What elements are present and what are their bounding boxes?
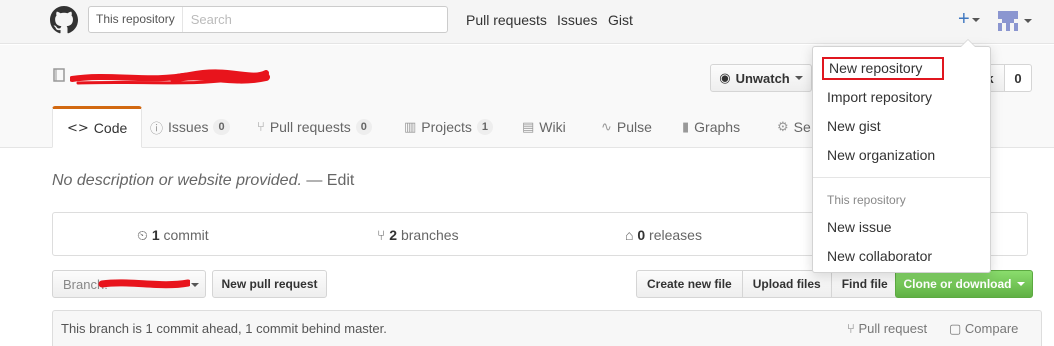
clone-or-download-button[interactable]: Clone or download bbox=[895, 270, 1033, 298]
pull-request-icon: ⑂ bbox=[257, 119, 265, 135]
file-actions-group: Create new file Upload files Find file bbox=[636, 270, 899, 298]
commits-link[interactable]: ⏲ 1 commit bbox=[137, 227, 209, 244]
compare-label: Compare bbox=[964, 321, 1019, 336]
menu-item-import-repository[interactable]: Import repository bbox=[827, 89, 932, 105]
description-separator: — bbox=[301, 172, 327, 189]
tab-label: Pull requests bbox=[269, 119, 351, 135]
create-new-menu-button[interactable]: + bbox=[958, 9, 980, 29]
tab-issues[interactable]: ⓘ Issues 0 bbox=[150, 106, 230, 148]
clone-label: Clone or download bbox=[903, 277, 1012, 291]
unwatch-button[interactable]: ◉ Unwatch bbox=[710, 64, 812, 92]
description-text: No description or website provided. bbox=[52, 172, 302, 189]
new-pull-request-button[interactable]: New pull request bbox=[212, 270, 327, 298]
github-logo-icon[interactable] bbox=[50, 6, 78, 34]
menu-item-new-issue[interactable]: New issue bbox=[827, 219, 892, 235]
tab-label: Pulse bbox=[616, 119, 652, 135]
code-icon: <> bbox=[67, 120, 89, 136]
tab-label: Graphs bbox=[694, 119, 741, 135]
tab-label: Code bbox=[93, 120, 128, 136]
issue-icon: ⓘ bbox=[150, 121, 164, 137]
find-file-button[interactable]: Find file bbox=[830, 270, 899, 298]
branches-link[interactable]: ⑂ 2 branches bbox=[377, 227, 459, 243]
tab-projects[interactable]: ▥ Projects 1 bbox=[404, 106, 493, 148]
tab-code[interactable]: <> Code bbox=[52, 106, 143, 148]
branch-status-bar: This branch is 1 commit ahead, 1 commit … bbox=[52, 310, 1042, 346]
tab-pulse[interactable]: ∿ Pulse bbox=[601, 106, 652, 148]
star-count[interactable]: 0 bbox=[1004, 64, 1032, 92]
pull-request-icon: ⑂ bbox=[847, 321, 855, 336]
chevron-down-icon bbox=[191, 283, 199, 287]
commit-count: 1 bbox=[151, 227, 160, 243]
branch-label: branches bbox=[400, 227, 459, 243]
upload-files-button[interactable]: Upload files bbox=[741, 270, 832, 298]
tab-label: Wiki bbox=[539, 119, 566, 135]
releases-link[interactable]: ⌂ 0 releases bbox=[625, 227, 702, 243]
search-scope-label: This repository bbox=[89, 7, 183, 32]
repo-book-icon bbox=[53, 68, 65, 82]
nav-issues[interactable]: Issues bbox=[557, 12, 597, 28]
branch-status-message: This branch is 1 commit ahead, 1 commit … bbox=[61, 321, 387, 336]
avatar-icon[interactable] bbox=[998, 11, 1018, 31]
chevron-down-icon bbox=[971, 17, 980, 22]
avatar-chevron-down-icon[interactable] bbox=[1024, 19, 1032, 23]
create-new-file-button[interactable]: Create new file bbox=[636, 270, 743, 298]
pulse-icon: ∿ bbox=[601, 119, 612, 135]
project-icon: ▥ bbox=[404, 119, 417, 135]
diff-icon: ▢ bbox=[949, 321, 962, 336]
create-new-dropdown: New repository Import repository New gis… bbox=[812, 39, 991, 273]
tab-wiki[interactable]: ▤ Wiki bbox=[522, 106, 566, 148]
tab-counter: 0 bbox=[213, 119, 230, 135]
plus-icon: + bbox=[958, 8, 970, 30]
eye-icon: ◉ bbox=[719, 70, 731, 85]
graph-icon: ▮ bbox=[682, 119, 690, 135]
branch-count: 2 bbox=[389, 227, 398, 243]
tag-icon: ⌂ bbox=[625, 227, 634, 243]
tab-pull-requests[interactable]: ⑂ Pull requests 0 bbox=[257, 106, 372, 148]
unwatch-label: Unwatch bbox=[735, 70, 790, 86]
menu-item-new-organization[interactable]: New organization bbox=[827, 147, 935, 163]
menu-item-new-repository[interactable]: New repository bbox=[822, 57, 944, 80]
pull-request-link[interactable]: ⑂ Pull request bbox=[847, 321, 927, 336]
menu-item-new-collaborator[interactable]: New collaborator bbox=[827, 248, 932, 264]
tab-counter: 1 bbox=[476, 119, 493, 135]
tab-label: Issues bbox=[168, 119, 209, 135]
menu-divider bbox=[813, 177, 990, 178]
redacted-repo-title bbox=[70, 69, 270, 85]
gear-icon: ⚙ bbox=[777, 119, 789, 135]
search-input[interactable] bbox=[182, 7, 447, 32]
release-count: 0 bbox=[637, 227, 646, 243]
search-box[interactable]: This repository bbox=[88, 6, 448, 33]
header-bar: This repository Pull requests Issues Gis… bbox=[0, 0, 1054, 44]
nav-pull-requests[interactable]: Pull requests bbox=[466, 12, 547, 28]
wiki-icon: ▤ bbox=[522, 119, 535, 135]
edit-description-link[interactable]: Edit bbox=[327, 172, 355, 189]
menu-section-header: This repository bbox=[827, 193, 906, 207]
tab-counter: 0 bbox=[355, 119, 372, 135]
commit-label: commit bbox=[163, 227, 209, 243]
release-label: releases bbox=[649, 227, 702, 243]
chevron-down-icon bbox=[1016, 282, 1025, 286]
redacted-branch-name bbox=[98, 279, 190, 289]
branch-icon: ⑂ bbox=[377, 227, 386, 243]
tab-graphs[interactable]: ▮ Graphs bbox=[682, 106, 740, 148]
tab-label: Se bbox=[793, 119, 811, 135]
compare-link[interactable]: ▢ Compare bbox=[949, 321, 1018, 337]
nav-gist[interactable]: Gist bbox=[608, 12, 633, 28]
pull-request-label: Pull request bbox=[858, 321, 928, 336]
history-icon: ⏲ bbox=[137, 227, 148, 243]
menu-item-new-gist[interactable]: New gist bbox=[827, 118, 881, 134]
tab-settings[interactable]: ⚙ Se bbox=[777, 106, 811, 148]
chevron-down-icon bbox=[794, 76, 803, 80]
repo-description: No description or website provided. — Ed… bbox=[52, 172, 354, 190]
tab-label: Projects bbox=[421, 119, 472, 135]
